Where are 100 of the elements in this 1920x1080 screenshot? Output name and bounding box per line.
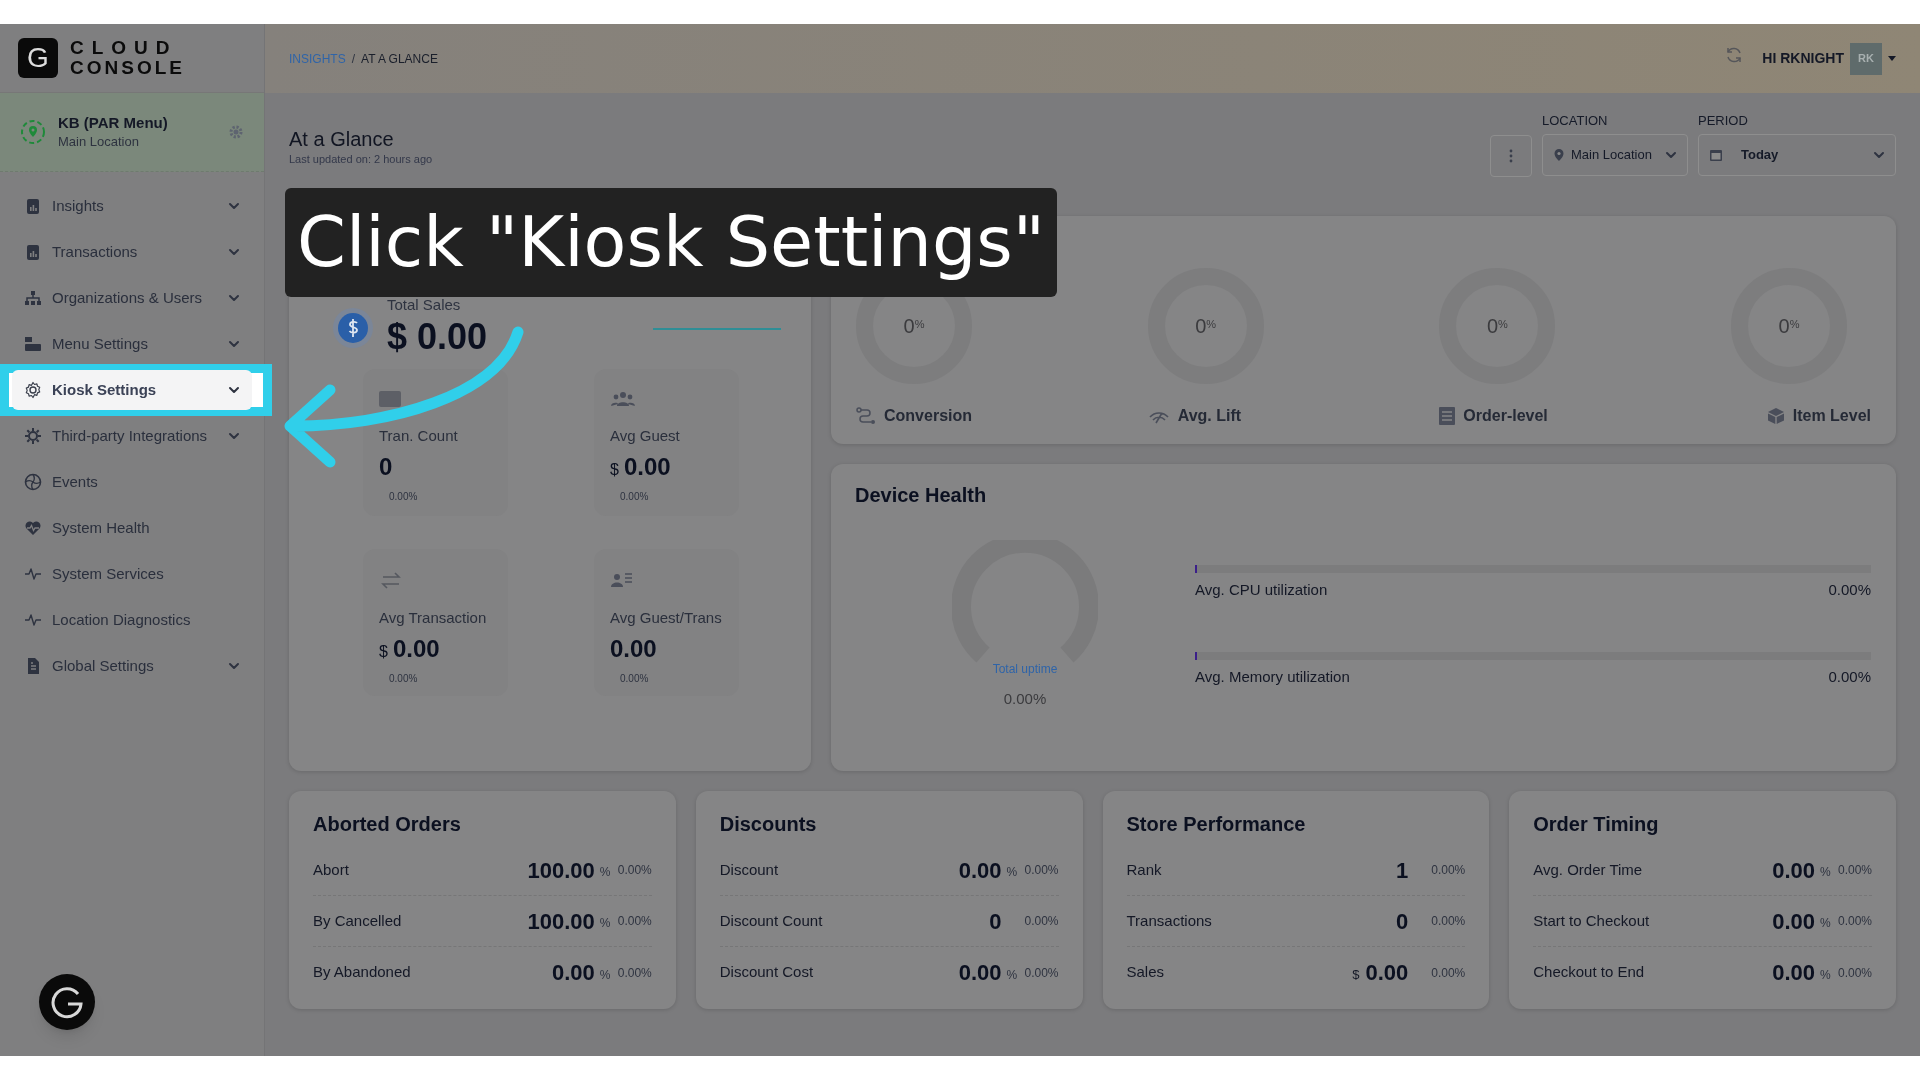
donut-value: 0$^{%}$ — [1486, 314, 1508, 339]
logo-mark: G — [18, 38, 58, 78]
metric-change: 0.00% — [389, 672, 419, 686]
row-label: Discount Cost — [719, 962, 815, 983]
metric-value: 0 — [379, 452, 393, 482]
unit-symbol: % — [1819, 915, 1832, 932]
unit-symbol: % — [599, 915, 612, 932]
card-title: Discounts — [719, 812, 818, 837]
hierarchy-icon — [24, 289, 42, 307]
row-change: 0.00% — [617, 964, 652, 982]
logo-text: CONSOLE — [70, 58, 185, 78]
sidebar-item[interactable]: Transactions — [12, 232, 252, 272]
sidebar-item[interactable]: Third-party Integrations — [12, 416, 252, 456]
unit-symbol: % — [599, 864, 612, 881]
unit-symbol: % — [599, 966, 612, 984]
gear-icon — [24, 427, 42, 445]
row-label: Checkout to End — [1533, 962, 1646, 983]
row-change: 0.00% — [1837, 913, 1872, 930]
card-title: Device Health — [855, 483, 988, 508]
donut-value: 0$^{%}$ — [903, 314, 925, 339]
unit-symbol: % — [1006, 966, 1019, 984]
row-value: 100.00 — [527, 907, 595, 936]
row-label: Rank — [1126, 859, 1163, 880]
clipboard-chart-icon — [24, 197, 42, 215]
row-value: 0 — [989, 907, 1002, 936]
currency-symbol: $ — [610, 460, 619, 480]
row-value: 100.00 — [527, 856, 595, 885]
person-list-icon — [610, 570, 634, 589]
page-title: At a Glance — [289, 127, 395, 151]
unit-symbol: % — [1819, 864, 1832, 881]
row-change: 0.00% — [617, 913, 652, 930]
gear-icon — [24, 381, 42, 399]
metric-value: 0.00 — [623, 452, 671, 482]
sidebar-item[interactable]: Menu Settings — [12, 324, 252, 364]
more-options-button[interactable] — [1490, 135, 1532, 177]
row-value: 0.00 — [1772, 907, 1815, 936]
row-change: 0.00% — [1024, 913, 1059, 930]
tutorial-callout: Click "Kiosk Settings" — [285, 188, 1057, 297]
card-title: Aborted Orders — [313, 812, 462, 837]
caret-down-icon — [1888, 55, 1896, 62]
row-label: Discount — [719, 859, 780, 880]
logo-text: CLOUD — [70, 38, 179, 58]
number-badge-icon — [379, 390, 401, 407]
sidebar-item[interactable]: Insights — [12, 186, 252, 226]
sidebar-item[interactable]: System Health — [12, 508, 252, 548]
row-label: Avg. Order Time — [1533, 859, 1644, 880]
more-vertical-icon — [1509, 149, 1513, 163]
pulse-icon — [24, 611, 42, 629]
sidebar-item[interactable]: Location Diagnostics — [12, 600, 252, 640]
bar-value: 0.00% — [1828, 580, 1871, 600]
currency-symbol: $ — [1352, 965, 1360, 984]
metric-change: 0.00% — [389, 490, 419, 504]
filter-label: PERIOD — [1698, 112, 1749, 130]
menu-board-icon — [24, 335, 42, 353]
row-value: 0.00 — [1365, 959, 1409, 987]
filter-label: LOCATION — [1542, 112, 1609, 130]
row-change: 0.00% — [1837, 964, 1872, 982]
unit-symbol: % — [1819, 966, 1832, 984]
settings-icon — [228, 124, 244, 140]
row-label: Start to Checkout — [1533, 910, 1651, 931]
uptime-value: 0.00% — [1003, 689, 1047, 709]
row-change: 0.00% — [1837, 862, 1872, 879]
sidebar-item[interactable]: Kiosk Settings — [12, 370, 252, 410]
row-value: 0 — [1395, 907, 1409, 936]
row-label: Discount Count — [719, 910, 824, 931]
row-change: 0.00% — [617, 862, 652, 879]
row-change: 0.00% — [1431, 964, 1466, 982]
row-value: 0.00 — [551, 959, 595, 987]
bar-label: Avg. Memory utilization — [1195, 666, 1350, 687]
upsell-label: Order-level — [1463, 406, 1548, 426]
sidebar-item[interactable]: Global Settings — [12, 646, 252, 686]
location-dropdown[interactable]: Main Location — [1542, 133, 1688, 176]
user-menu[interactable]: HI RKNIGHT RK — [1762, 42, 1896, 75]
dollar-icon — [333, 308, 373, 348]
donut-value: 0$^{%}$ — [1778, 314, 1800, 339]
breadcrumb-separator: / — [351, 50, 355, 68]
group-icon — [610, 390, 636, 407]
period-dropdown[interactable]: Today — [1698, 133, 1896, 176]
currency-symbol: $ — [379, 642, 388, 662]
breadcrumb-current: AT A GLANCE — [361, 50, 438, 68]
row-label: By Cancelled — [313, 910, 403, 931]
row-change: 0.00% — [1431, 862, 1466, 879]
total-sales-label: Total Sales — [387, 295, 462, 315]
row-value: 0.00 — [1772, 856, 1815, 885]
total-sales-value: $ 0.00 — [387, 316, 488, 357]
unit-symbol: % — [1006, 864, 1019, 881]
sidebar-item[interactable]: Organizations & Users — [12, 278, 252, 318]
row-change: 0.00% — [1024, 862, 1059, 879]
globe-icon — [24, 473, 42, 491]
bar-value: 0.00% — [1828, 666, 1871, 687]
metric-label: Tran. Count — [379, 425, 459, 446]
route-icon — [856, 407, 876, 425]
sidebar-item[interactable]: Events — [12, 462, 252, 502]
help-launcher-button[interactable] — [39, 974, 95, 1030]
sidebar-item[interactable]: System Services — [12, 554, 252, 594]
location-name: KB (PAR Menu) — [58, 113, 169, 132]
donut-value: 0$^{%}$ — [1195, 314, 1217, 339]
upsell-label: Conversion — [884, 406, 972, 426]
row-change: 0.00% — [1024, 964, 1059, 982]
upsell-label: Item Level — [1792, 406, 1871, 426]
